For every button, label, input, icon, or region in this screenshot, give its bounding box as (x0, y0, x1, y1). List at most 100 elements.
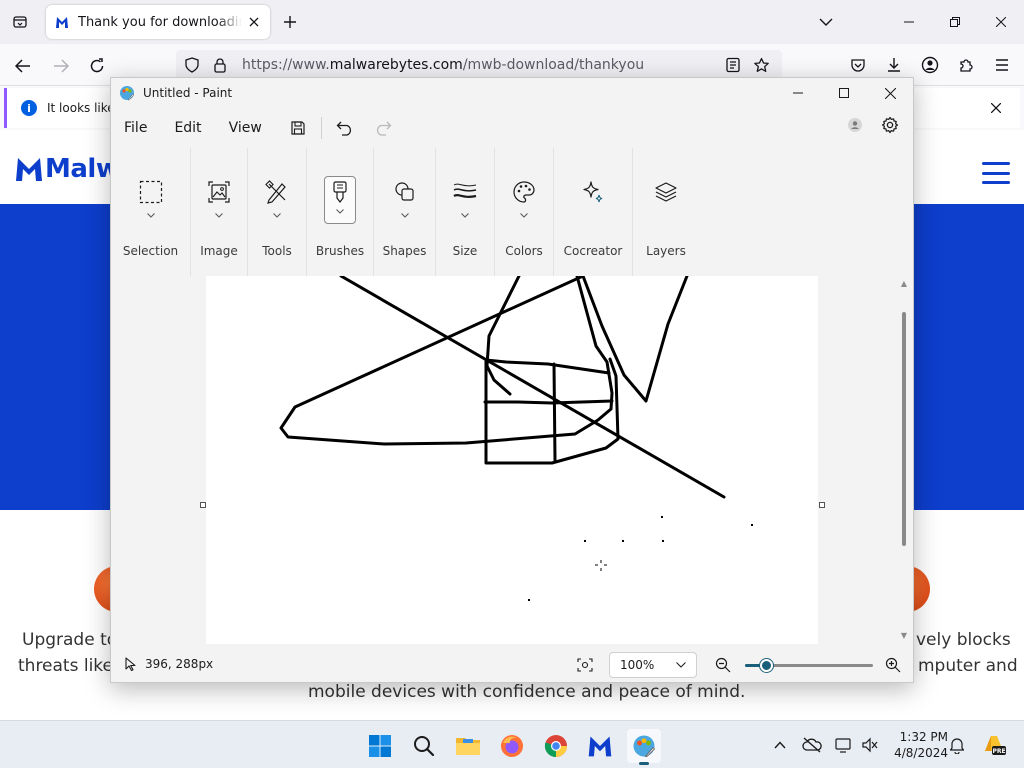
zoom-slider-thumb[interactable] (760, 659, 773, 672)
chevron-down-icon[interactable] (146, 210, 155, 220)
selection-icon[interactable] (137, 178, 165, 206)
restore-button[interactable] (932, 0, 978, 44)
zoom-slider[interactable] (745, 659, 873, 672)
size-icon[interactable] (451, 178, 479, 206)
chevron-down-icon[interactable] (273, 210, 281, 220)
ribbon-label-selection: Selection (122, 244, 179, 258)
ribbon-group-cocreator[interactable]: Cocreator (554, 148, 633, 276)
tab-list-icon[interactable] (8, 10, 32, 34)
svg-text:PRE: PRE (992, 748, 1005, 755)
zoom-out-icon[interactable] (713, 655, 733, 675)
chevron-down-icon[interactable] (461, 210, 469, 220)
shield-icon[interactable] (184, 57, 200, 73)
lock-icon[interactable] (212, 57, 228, 73)
ribbon-group-colors[interactable]: Colors (495, 148, 554, 276)
browser-tabstrip: Thank you for downloading Malwarebytes (0, 0, 1024, 44)
menu-edit[interactable]: Edit (174, 120, 201, 136)
chevron-down-icon[interactable] (520, 210, 528, 220)
chevron-up-icon[interactable] (768, 733, 792, 757)
paint-close-button[interactable] (867, 78, 913, 108)
image-icon[interactable] (205, 178, 233, 206)
chevron-down-icon[interactable] (814, 10, 838, 34)
file-explorer-icon[interactable] (451, 729, 485, 763)
browser-window-controls (886, 0, 1024, 44)
ribbon-group-brushes[interactable]: Brushes (307, 148, 374, 276)
tools-icon[interactable] (263, 178, 291, 206)
site-menu-icon[interactable] (982, 162, 1010, 184)
redo-icon[interactable] (372, 117, 394, 139)
paint-maximize-button[interactable] (821, 78, 867, 108)
account-icon[interactable] (918, 53, 942, 77)
save-icon[interactable] (287, 117, 309, 139)
brush-icon[interactable] (324, 176, 356, 224)
volume-muted-icon[interactable] (858, 733, 882, 757)
ribbon-label-tools: Tools (262, 244, 292, 258)
drawing-canvas[interactable] (206, 276, 818, 644)
scroll-down-arrow[interactable]: ▼ (899, 630, 909, 640)
menu-icon[interactable] (990, 53, 1014, 77)
display-icon[interactable] (832, 733, 856, 757)
menu-file[interactable]: File (124, 120, 147, 136)
back-arrow-icon[interactable] (10, 53, 36, 79)
search-icon[interactable] (407, 729, 441, 763)
shapes-icon[interactable] (391, 178, 419, 206)
palette-icon[interactable] (510, 178, 538, 206)
taskbar-clock[interactable]: 1:32 PM 4/8/2024 (888, 729, 948, 761)
tab-title: Thank you for downloading Malwarebytes (78, 14, 242, 30)
new-tab-button[interactable] (278, 10, 302, 34)
forward-arrow-icon[interactable] (48, 53, 74, 79)
paint-statusbar: 396, 288px 100% (111, 648, 913, 682)
url-prefix: https://www. (242, 57, 330, 73)
pocket-icon[interactable] (846, 53, 870, 77)
settings-gear-icon[interactable] (881, 116, 899, 138)
ribbon-group-image[interactable]: Image (191, 148, 248, 276)
chrome-icon[interactable] (539, 729, 573, 763)
sparkle-icon[interactable] (579, 178, 607, 206)
start-button[interactable] (363, 729, 397, 763)
ribbon-group-shapes[interactable]: Shapes (374, 148, 436, 276)
fit-to-window-icon[interactable] (575, 655, 595, 675)
close-icon[interactable] (988, 100, 1004, 116)
copilot-preview-icon[interactable]: PRE (980, 733, 1008, 757)
ribbon-label-layers: Layers (646, 244, 686, 258)
paint-window: Untitled - Paint File Edit View Selectio… (110, 77, 914, 683)
firefox-icon[interactable] (495, 729, 529, 763)
ribbon-group-tools[interactable]: Tools (248, 148, 307, 276)
close-icon[interactable] (246, 14, 262, 30)
extensions-icon[interactable] (954, 53, 978, 77)
profile-avatar-icon[interactable] (847, 117, 863, 137)
menubar-separator (320, 117, 322, 139)
download-icon[interactable] (882, 53, 906, 77)
notification-bell-icon[interactable] (945, 733, 969, 757)
paint-app-taskbar-icon[interactable] (627, 729, 661, 765)
zoom-level-value: 100% (620, 658, 655, 672)
menu-view[interactable]: View (229, 120, 262, 136)
undo-icon[interactable] (334, 117, 356, 139)
canvas-vertical-scrollbar[interactable]: ▲ ▼ (899, 276, 909, 644)
url-bar[interactable]: https://www.malwarebytes.com/mwb-downloa… (176, 50, 782, 80)
close-button[interactable] (978, 0, 1024, 44)
resize-handle-left[interactable] (200, 502, 206, 508)
zoom-level-select[interactable]: 100% (609, 652, 697, 678)
reader-view-icon[interactable] (725, 57, 741, 73)
browser-tab-active[interactable]: Thank you for downloading Malwarebytes (46, 5, 270, 39)
resize-handle-right[interactable] (819, 502, 825, 508)
malwarebytes-app-icon[interactable] (583, 729, 617, 763)
scrollbar-thumb[interactable] (902, 312, 906, 546)
ribbon-group-layers[interactable]: Layers (633, 148, 699, 276)
onedrive-offline-icon[interactable] (800, 733, 824, 757)
paint-minimize-button[interactable] (775, 78, 821, 108)
ribbon-group-size[interactable]: Size (436, 148, 495, 276)
scroll-up-arrow[interactable]: ▲ (899, 278, 909, 288)
zoom-in-icon[interactable] (883, 655, 903, 675)
star-icon[interactable] (753, 57, 770, 74)
layers-icon[interactable] (652, 178, 680, 206)
site-text-line2-left: threats like (18, 656, 114, 676)
paint-titlebar[interactable]: Untitled - Paint (111, 78, 913, 108)
minimize-button[interactable] (886, 0, 932, 44)
chevron-down-icon[interactable] (215, 210, 223, 220)
reload-icon[interactable] (84, 53, 110, 79)
ribbon-group-selection[interactable]: Selection (111, 148, 191, 276)
ribbon-label-shapes: Shapes (382, 244, 427, 258)
chevron-down-icon[interactable] (400, 210, 409, 220)
